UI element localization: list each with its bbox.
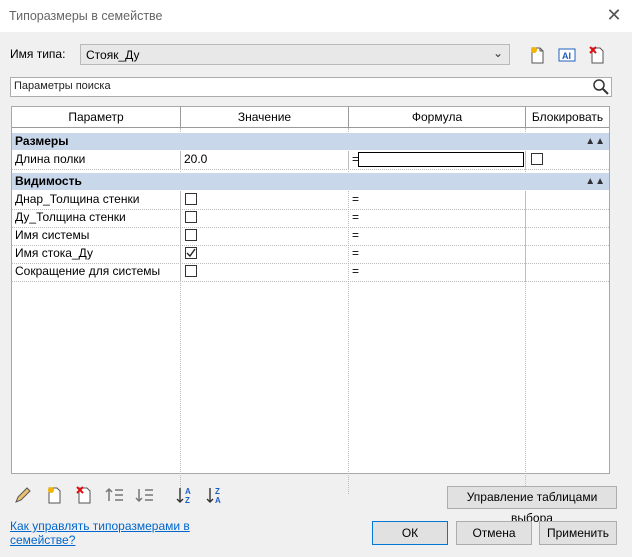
search-icon[interactable] (592, 78, 610, 96)
collapse-icon[interactable]: ▲▲ (585, 133, 605, 150)
group-header-dimensions[interactable]: Размеры ▲▲ (12, 133, 609, 150)
help-link[interactable]: Как управлять типоразмерами в семействе? (10, 519, 200, 547)
param-formula[interactable]: = (349, 209, 526, 227)
collapse-icon[interactable]: ▲▲ (585, 173, 605, 190)
delete-type-icon[interactable] (586, 44, 608, 66)
param-formula[interactable]: = (349, 191, 526, 209)
apply-button[interactable]: Применить (539, 521, 617, 545)
value-checkbox[interactable] (185, 193, 197, 205)
column-header-lock[interactable]: Блокировать (526, 107, 609, 128)
param-name: Сокращение для системы (12, 263, 181, 281)
rename-type-icon[interactable]: AI (556, 44, 578, 66)
group-title: Размеры (15, 134, 69, 148)
value-checkbox[interactable] (185, 265, 197, 277)
window-title: Типоразмеры в семействе (9, 9, 163, 23)
chevron-down-icon: ⌄ (492, 46, 503, 60)
search-field[interactable]: Параметры поиска (10, 77, 612, 97)
sort-asc-icon[interactable]: AZ (175, 484, 197, 506)
value-checkbox[interactable] (185, 211, 197, 223)
param-value[interactable]: 20.0 (181, 151, 349, 169)
table-row: Имя системы = (12, 227, 609, 246)
lock-checkbox[interactable] (531, 153, 543, 165)
parameters-table: Параметр Значение Формула Блокировать Ра… (11, 106, 610, 494)
delete-param-icon[interactable] (73, 484, 95, 506)
svg-text:Z: Z (215, 487, 220, 496)
table-row: Сокращение для системы = (12, 263, 609, 282)
param-name: Длина полки (12, 151, 181, 169)
value-checkbox[interactable] (185, 229, 197, 241)
edit-icon[interactable] (12, 484, 34, 506)
move-down-icon[interactable] (134, 484, 156, 506)
move-up-icon[interactable] (104, 484, 126, 506)
param-name: Имя системы (12, 227, 181, 245)
table-row: Имя стока_Ду = (12, 245, 609, 264)
column-header-parameter[interactable]: Параметр (12, 107, 181, 128)
lookup-tables-button[interactable]: Управление таблицами выбора (447, 486, 617, 525)
type-name-select[interactable]: Стояк_Ду ⌄ (80, 44, 510, 65)
group-title: Видимость (15, 174, 82, 188)
value-checkbox-checked[interactable] (185, 247, 197, 259)
svg-text:A: A (215, 496, 221, 505)
param-formula[interactable]: = (349, 245, 526, 263)
column-header-formula[interactable]: Формула (349, 107, 526, 128)
search-input[interactable]: Параметры поиска (14, 80, 111, 92)
type-name-label: Имя типа: (10, 47, 66, 61)
close-icon[interactable]: ✕ (603, 4, 625, 26)
param-formula[interactable]: = (349, 263, 526, 281)
table-row: Ду_Толщина стенки = (12, 209, 609, 228)
new-param-icon[interactable] (43, 484, 65, 506)
param-name: Ду_Толщина стенки (12, 209, 181, 227)
column-header-value[interactable]: Значение (181, 107, 349, 128)
param-name: Имя стока_Ду (12, 245, 181, 263)
ok-button[interactable]: ОК (372, 521, 448, 545)
type-name-value: Стояк_Ду (86, 48, 140, 62)
svg-text:Z: Z (185, 496, 190, 505)
new-type-icon[interactable] (526, 44, 548, 66)
svg-text:A: A (185, 487, 191, 496)
param-formula[interactable]: = (349, 227, 526, 245)
sort-desc-icon[interactable]: ZA (205, 484, 227, 506)
group-header-visibility[interactable]: Видимость ▲▲ (12, 173, 609, 190)
formula-input[interactable] (358, 152, 524, 167)
cancel-button[interactable]: Отмена (456, 521, 532, 545)
param-name: Днар_Толщина стенки (12, 191, 181, 209)
table-row: Днар_Толщина стенки = (12, 191, 609, 210)
svg-text:AI: AI (562, 51, 571, 61)
table-row: Длина полки 20.0 = (12, 151, 609, 170)
